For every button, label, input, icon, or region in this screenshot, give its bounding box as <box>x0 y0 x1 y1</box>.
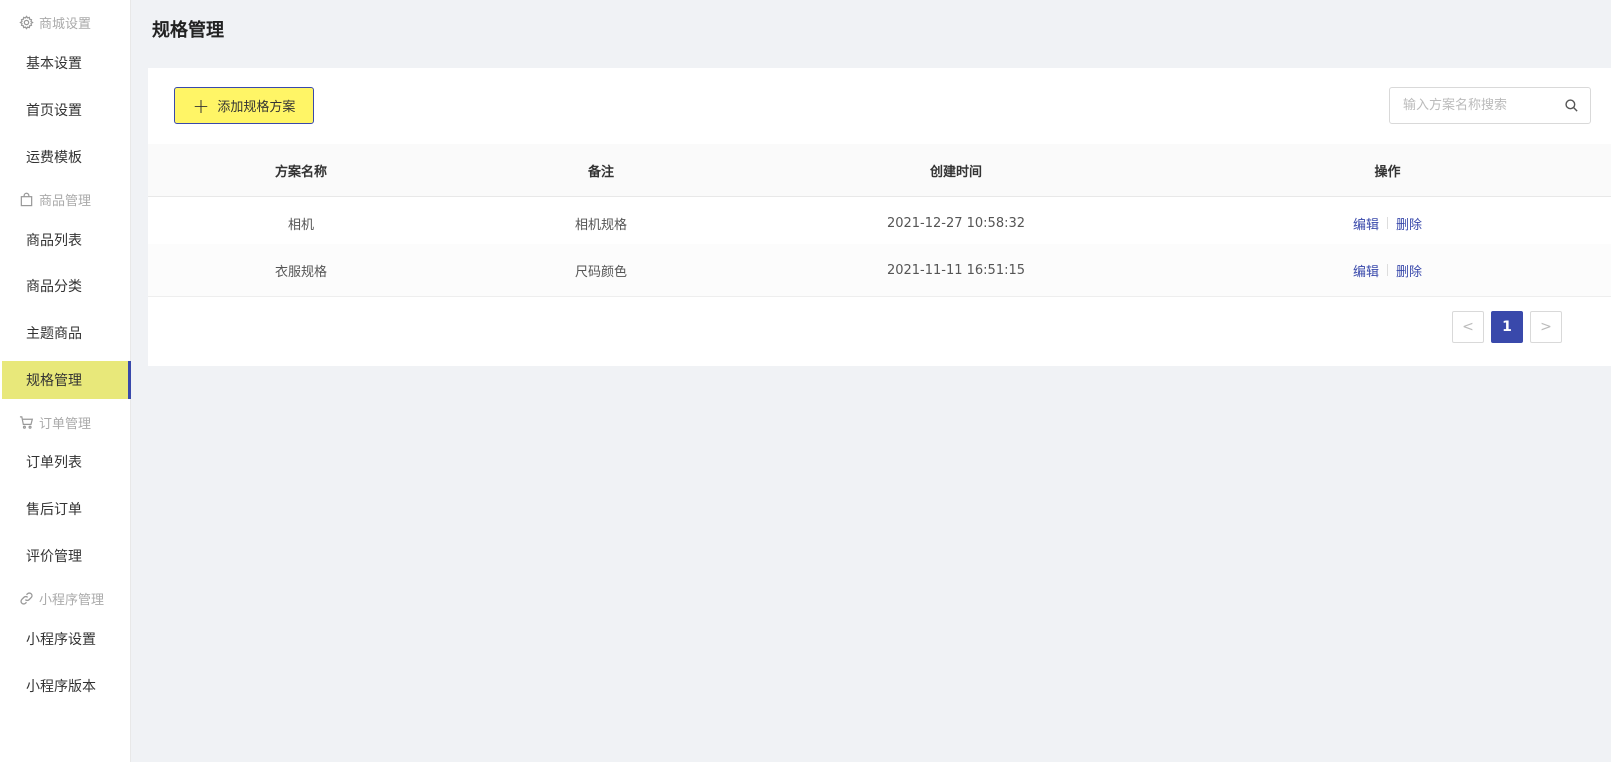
edit-link[interactable]: 编辑 <box>1353 214 1379 233</box>
group-title-mini-program: 小程序管理 <box>19 587 104 609</box>
sidebar-item-order-list[interactable]: 订单列表 <box>0 443 131 481</box>
bag-icon <box>20 192 33 206</box>
sidebar: 商城设置 基本设置 首页设置 运费模板 商品管理 商品列表 商品分类 主题商品 … <box>0 0 131 762</box>
action-divider <box>1387 264 1388 276</box>
gear-icon <box>19 14 34 30</box>
column-header-created: 创建时间 <box>929 164 982 180</box>
column-header-name: 方案名称 <box>274 164 327 180</box>
cell-name: 相机 <box>287 217 314 233</box>
group-title-mall-settings: 商城设置 <box>19 11 91 33</box>
delete-link[interactable]: 删除 <box>1396 261 1422 280</box>
sidebar-item-mini-program-version[interactable]: 小程序版本 <box>0 667 131 705</box>
sidebar-item-basic-settings[interactable]: 基本设置 <box>0 44 131 82</box>
group-title-goods: 商品管理 <box>19 188 91 210</box>
action-divider <box>1387 217 1388 229</box>
search-input[interactable] <box>1401 97 1565 114</box>
add-spec-scheme-button[interactable]: + 添加规格方案 <box>174 87 314 124</box>
column-header-note: 备注 <box>587 164 614 180</box>
cart-icon <box>19 415 34 429</box>
content-card: + 添加规格方案 方案名称 备注 创建时间 操作 相机 相机规格 2021-12… <box>148 68 1611 366</box>
cell-created: 2021-12-27 10:58:32 <box>886 215 1026 231</box>
group-title-orders: 订单管理 <box>19 411 91 433</box>
cell-actions: 编辑 删除 <box>1164 244 1611 296</box>
sidebar-item-spec-management[interactable]: 规格管理 <box>2 361 131 399</box>
sidebar-item-shipping-template[interactable]: 运费模板 <box>0 138 131 176</box>
search-icon[interactable] <box>1564 98 1579 113</box>
add-spec-scheme-label: 添加规格方案 <box>217 100 296 115</box>
delete-link[interactable]: 删除 <box>1396 214 1422 233</box>
search-box <box>1389 87 1591 124</box>
pagination-page-1[interactable]: 1 <box>1491 311 1523 343</box>
pagination-prev-button[interactable]: < <box>1452 311 1484 343</box>
sidebar-item-goods-list[interactable]: 商品列表 <box>0 221 131 259</box>
sidebar-item-review-management[interactable]: 评价管理 <box>0 537 131 575</box>
cell-note: 相机规格 <box>574 217 627 233</box>
link-icon <box>20 591 33 605</box>
group-title-label: 商城设置 <box>39 16 92 32</box>
pagination-next-button[interactable]: > <box>1530 311 1562 343</box>
sidebar-item-home-settings[interactable]: 首页设置 <box>0 91 131 129</box>
table-row: 相机 相机规格 2021-12-27 10:58:32 编辑 删除 <box>148 197 1611 250</box>
page-title: 规格管理 <box>152 20 224 41</box>
cell-note: 尺码颜色 <box>574 264 627 280</box>
table-header: 方案名称 备注 创建时间 操作 <box>148 144 1611 197</box>
sidebar-item-theme-goods[interactable]: 主题商品 <box>0 314 131 352</box>
edit-link[interactable]: 编辑 <box>1353 261 1379 280</box>
table-row: 衣服规格 尺码颜色 2021-11-11 16:51:15 编辑 删除 <box>148 244 1611 297</box>
plus-icon: + <box>192 93 210 118</box>
sidebar-item-goods-category[interactable]: 商品分类 <box>0 267 131 305</box>
sidebar-item-mini-program-settings[interactable]: 小程序设置 <box>0 620 131 658</box>
cell-created: 2021-11-11 16:51:15 <box>886 262 1026 278</box>
column-header-actions: 操作 <box>1374 164 1401 180</box>
group-title-label: 商品管理 <box>39 193 92 209</box>
group-title-label: 订单管理 <box>39 416 92 432</box>
cell-name: 衣服规格 <box>274 264 327 280</box>
group-title-label: 小程序管理 <box>39 592 105 608</box>
sidebar-item-after-sale-orders[interactable]: 售后订单 <box>0 490 131 528</box>
cell-actions: 编辑 删除 <box>1164 197 1611 249</box>
